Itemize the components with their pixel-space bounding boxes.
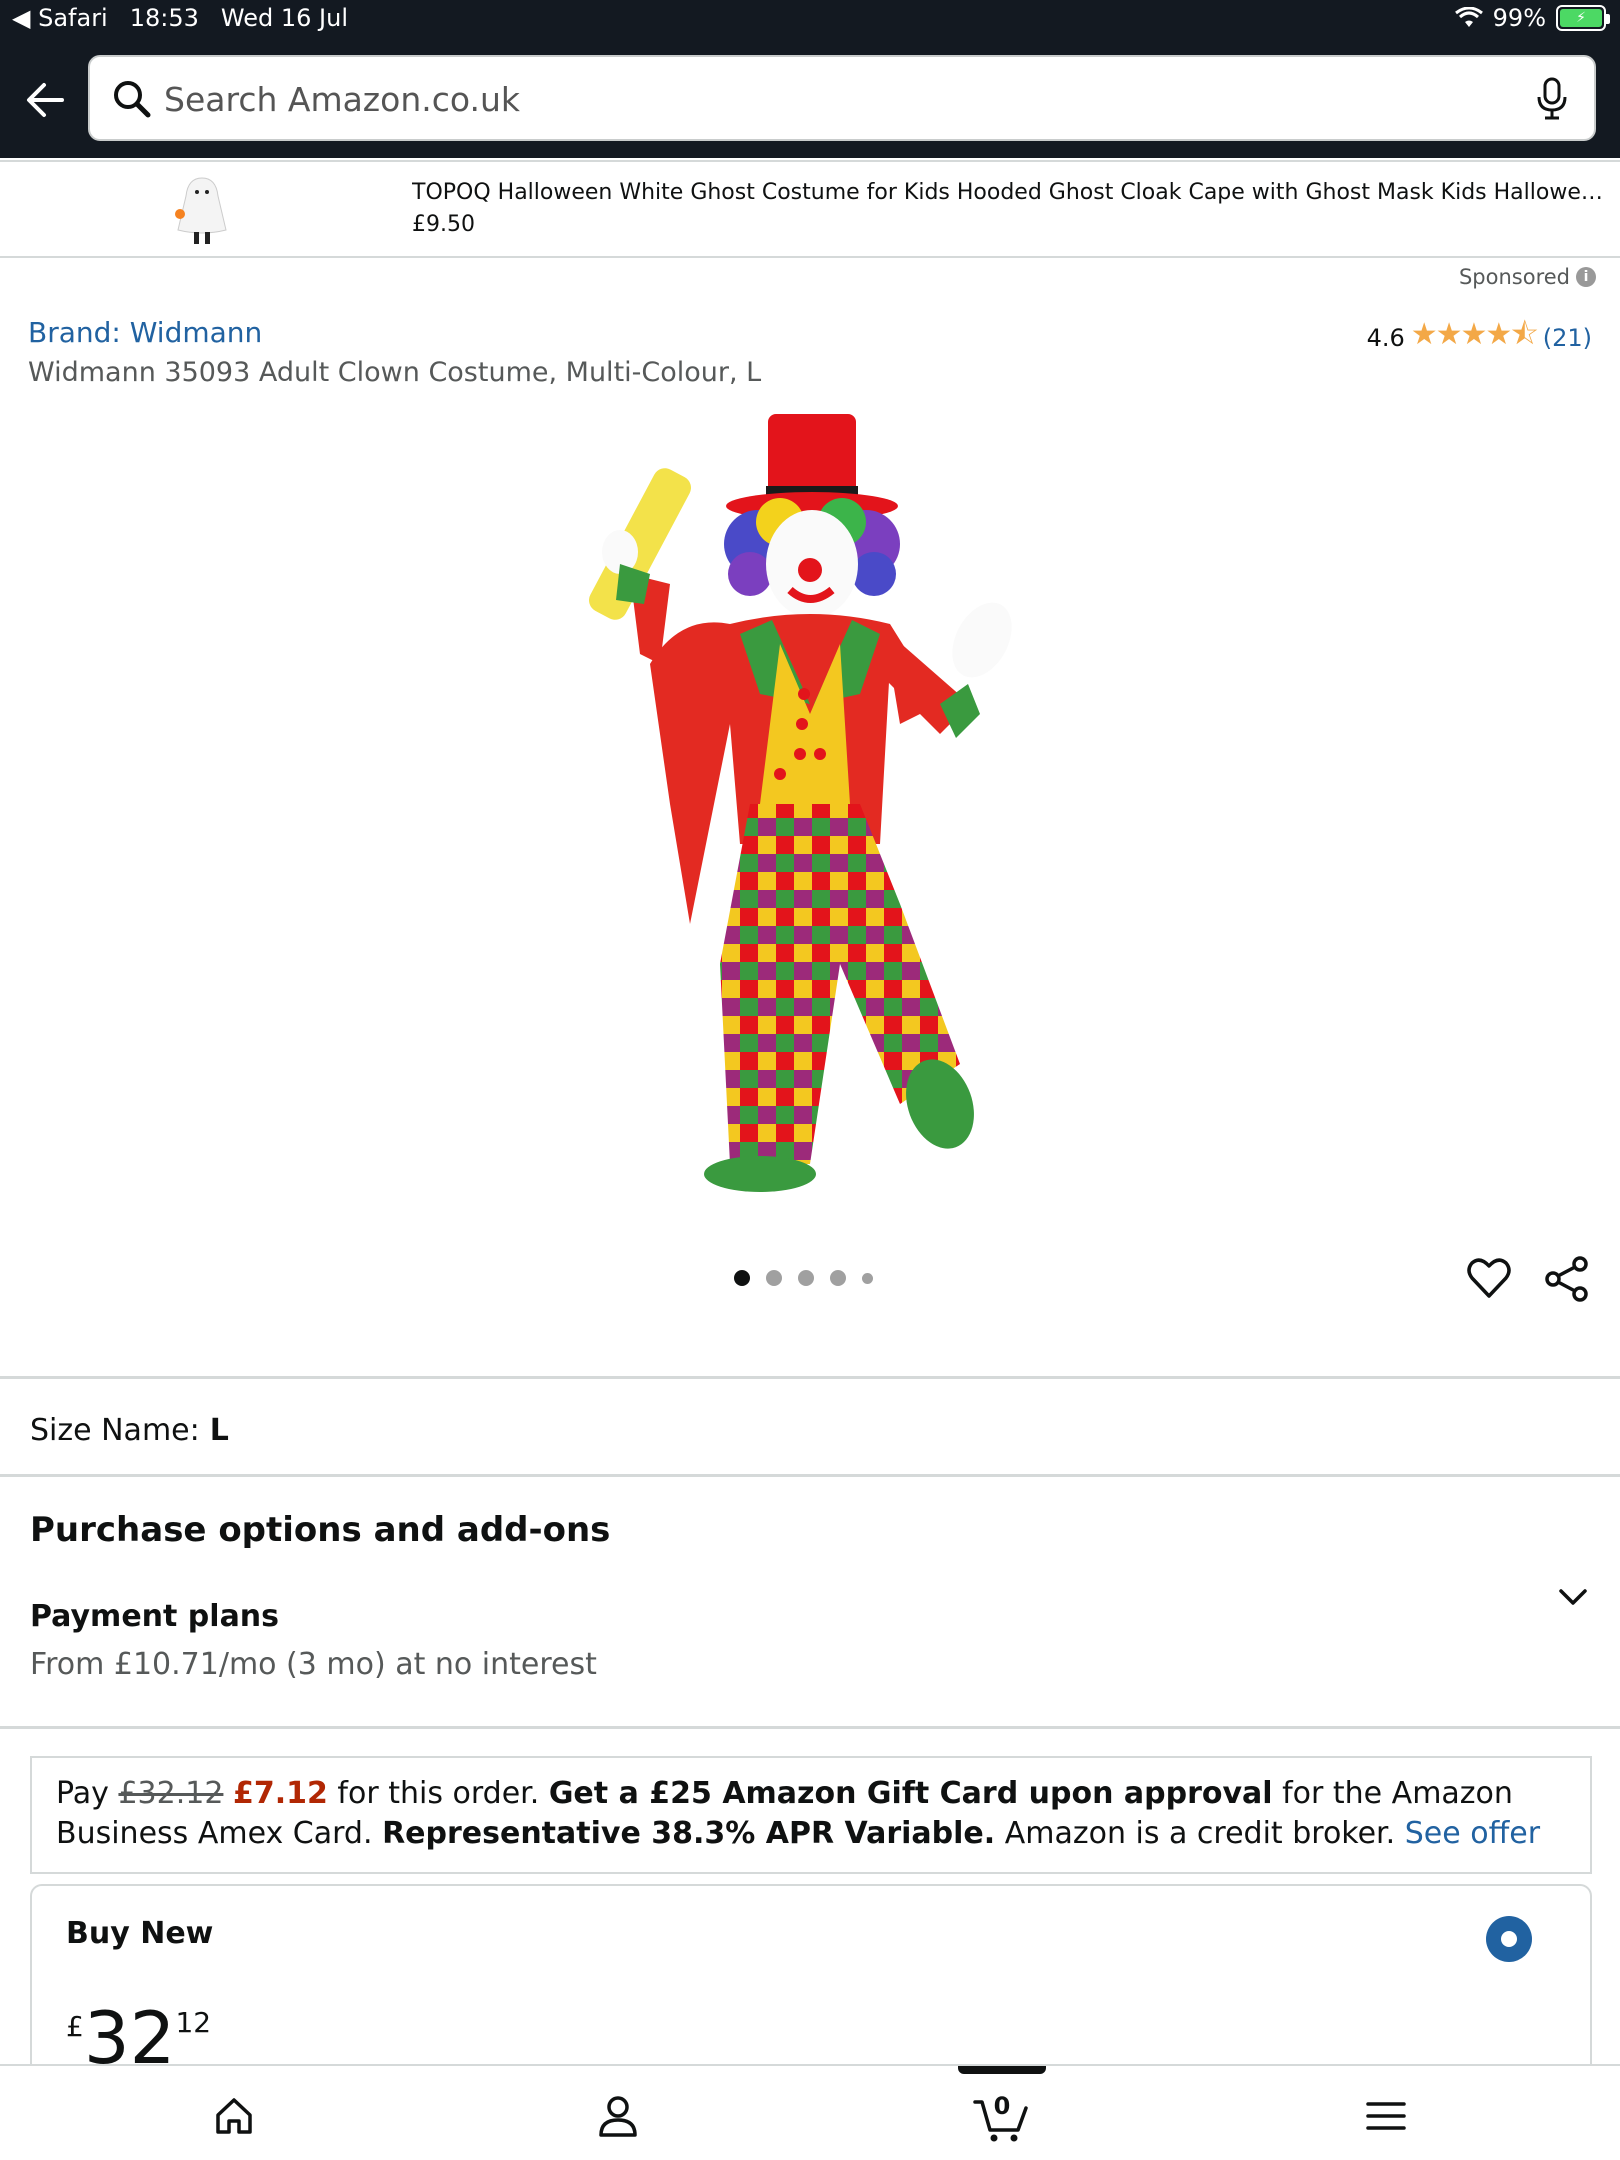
share-icon[interactable] (1544, 1256, 1590, 1302)
star-rating-icon: ★★★★⯪ (1410, 317, 1539, 352)
account-tab[interactable] (588, 2088, 648, 2144)
menu-tab[interactable] (1356, 2088, 1416, 2144)
sponsored-product-banner[interactable]: TOPOQ Halloween White Ghost Costume for … (0, 160, 1620, 258)
rating-value: 4.6 (1366, 323, 1405, 352)
app-header: ◀ Safari 18:53 Wed 16 Jul 99% ⚡ (0, 0, 1620, 158)
cart-tab[interactable]: 0 (972, 2088, 1032, 2144)
offer-apr: Representative 38.3% APR Variable. (382, 1816, 996, 1851)
product-image[interactable] (560, 404, 1040, 1204)
menu-icon (1366, 2102, 1406, 2130)
price-currency: £ (66, 2010, 84, 2043)
cart-count: 0 (993, 2092, 1011, 2120)
search-icon (114, 81, 151, 118)
brand-link[interactable]: Brand: Widmann (28, 316, 262, 349)
bottom-nav: 0 (0, 2064, 1620, 2160)
size-selector[interactable]: Size Name: L (30, 1413, 229, 1448)
home-tab[interactable] (204, 2088, 264, 2144)
battery-percent: 99% (1492, 4, 1546, 32)
payment-plans-text: From £10.71/mo (3 mo) at no interest (30, 1647, 597, 1682)
home-icon (216, 2098, 252, 2134)
battery-icon: ⚡ (1556, 5, 1610, 31)
ad-price: £9.50 (412, 212, 475, 237)
offer-text: for this order. (337, 1776, 540, 1811)
microphone-icon[interactable] (1536, 77, 1568, 121)
divider (0, 1376, 1620, 1379)
buy-new-label: Buy New (66, 1916, 214, 1951)
heart-icon[interactable] (1466, 1256, 1512, 1300)
review-count[interactable]: (21) (1543, 324, 1592, 352)
divider (0, 1474, 1620, 1477)
offer-text: Amazon is a credit broker. (1004, 1816, 1396, 1851)
rating-summary[interactable]: 4.6 ★★★★⯪ (21) (1367, 312, 1592, 363)
sponsored-text: Sponsored (1458, 265, 1570, 289)
clock: 18:53 (129, 4, 199, 32)
ghost-costume-thumbnail (175, 177, 227, 244)
product-title: Widmann 35093 Adult Clown Costume, Multi… (28, 357, 762, 388)
offer-gift-card: Get a £25 Amazon Gift Card upon approval (548, 1776, 1273, 1811)
sponsored-label[interactable]: Sponsored i (1459, 265, 1596, 289)
carousel-dot[interactable] (766, 1270, 782, 1286)
ad-title: TOPOQ Halloween White Ghost Costume for … (412, 180, 1608, 205)
active-tab-indicator (958, 2066, 1046, 2074)
chevron-down-icon[interactable] (1556, 1580, 1590, 1614)
carousel-dot[interactable] (830, 1270, 846, 1286)
size-value: L (209, 1413, 229, 1448)
date: Wed 16 Jul (220, 4, 348, 32)
back-arrow-icon[interactable] (22, 74, 68, 126)
info-icon[interactable]: i (1576, 267, 1596, 287)
user-icon (599, 2096, 637, 2137)
search-input[interactable] (164, 71, 1464, 127)
offer-pay: Pay (56, 1776, 109, 1811)
offer-new-price: £7.12 (232, 1776, 328, 1811)
carousel-dot[interactable] (798, 1270, 814, 1286)
app-name: Safari (38, 4, 108, 32)
divider (0, 1726, 1620, 1729)
image-carousel-dots[interactable] (734, 1270, 873, 1286)
back-to-app-link[interactable]: ◀ Safari (12, 4, 108, 32)
see-offer-link[interactable]: See offer (1405, 1816, 1540, 1851)
status-bar: ◀ Safari 18:53 Wed 16 Jul 99% ⚡ (0, 0, 1620, 42)
buy-new-radio[interactable] (1486, 1916, 1532, 1962)
wifi-icon (1454, 7, 1483, 27)
size-label: Size Name: (30, 1413, 200, 1448)
payment-plans-title[interactable]: Payment plans (30, 1599, 279, 1634)
price-fraction: 12 (175, 2006, 212, 2039)
carousel-dot[interactable] (734, 1270, 750, 1286)
credit-card-offer[interactable]: Pay £32.12 £7.12 for this order. Get a £… (30, 1756, 1592, 1874)
carousel-dot[interactable] (862, 1272, 873, 1284)
search-bar[interactable] (88, 55, 1596, 141)
purchase-options-heading: Purchase options and add-ons (30, 1510, 611, 1550)
offer-old-price: £32.12 (118, 1776, 224, 1811)
